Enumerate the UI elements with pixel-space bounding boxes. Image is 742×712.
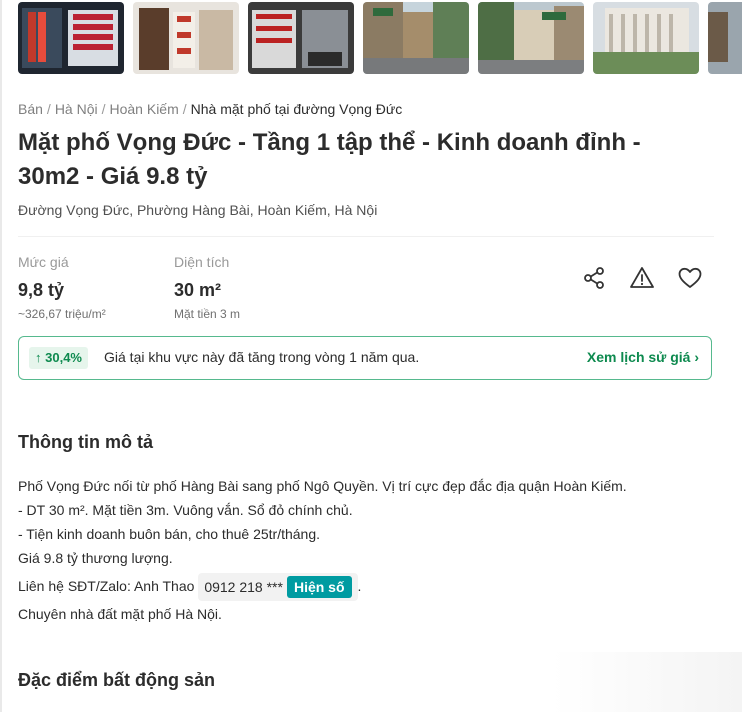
heart-icon: [678, 267, 702, 288]
description-line: Phố Vọng Đức nối từ phố Hàng Bài sang ph…: [18, 478, 627, 494]
area-metric: Diện tích 30 m² Mặt tiền 3 m: [174, 254, 240, 321]
area-label: Diện tích: [174, 254, 230, 270]
gallery-thumbnail[interactable]: [133, 2, 239, 74]
trend-badge: ↑ 30,4%: [29, 347, 88, 369]
phone-masked: 0912 218 ***: [204, 579, 283, 596]
description-body: Phố Vọng Đức nối từ phố Hàng Bài sang ph…: [18, 474, 718, 626]
frontage-value: Mặt tiền 3 m: [174, 307, 241, 321]
price-trend-banner: ↑ 30,4% Giá tại khu vực này đã tăng tron…: [18, 336, 712, 380]
chevron-right-icon: ›: [694, 349, 699, 365]
phone-box: 0912 218 *** Hiện số: [198, 573, 358, 602]
gallery-thumbnail[interactable]: [248, 2, 354, 74]
price-value: 9,8 tỷ: [18, 280, 65, 300]
breadcrumb-item-ha-noi[interactable]: Hà Nội: [55, 101, 98, 117]
area-value: 30 m²: [174, 280, 222, 300]
breadcrumb-item-ban[interactable]: Bán: [18, 101, 43, 117]
listing-address: Đường Vọng Đức, Phường Hàng Bài, Hoàn Ki…: [18, 202, 378, 218]
description-line: Giá 9.8 tỷ thương lượng.: [18, 550, 173, 566]
photo-gallery[interactable]: [18, 2, 742, 76]
price-history-link[interactable]: Xem lịch sử giá ›: [587, 349, 699, 365]
breadcrumb-separator: /: [101, 101, 106, 117]
trend-percent: 30,4%: [45, 350, 82, 365]
features-heading: Đặc điểm bất động sản: [18, 670, 216, 690]
share-button[interactable]: [580, 264, 608, 292]
gallery-thumbnail[interactable]: [363, 2, 469, 74]
save-button[interactable]: [676, 264, 704, 292]
breadcrumb-separator: /: [46, 101, 51, 117]
price-per-m2: ~326,67 triệu/m²: [18, 307, 106, 321]
description-heading: Thông tin mô tả: [18, 432, 153, 452]
report-button[interactable]: [628, 264, 656, 292]
description-line: - DT 30 m². Mặt tiền 3m. Vuông vắn. Sổ đ…: [18, 502, 353, 518]
gallery-thumbnail[interactable]: [478, 2, 584, 74]
page-edge: [0, 0, 2, 712]
description-line: Chuyên nhà đất mặt phố Hà Nội.: [18, 606, 222, 622]
price-metric: Mức giá 9,8 tỷ ~326,67 triệu/m²: [18, 254, 106, 321]
price-label: Mức giá: [18, 254, 69, 270]
description-line: - Tiện kinh doanh buôn bán, cho thuê 25t…: [18, 526, 321, 542]
arrow-up-icon: ↑: [35, 350, 42, 365]
reveal-phone-button[interactable]: Hiện số: [286, 576, 352, 599]
contact-label: Liên hệ SĐT/Zalo: Anh Thao: [18, 578, 195, 594]
decorative-fade: [552, 652, 742, 712]
breadcrumb-item-hoan-kiem[interactable]: Hoàn Kiếm: [110, 101, 179, 117]
divider: [18, 236, 714, 237]
gallery-thumbnail[interactable]: [708, 2, 742, 74]
breadcrumb-item-current: Nhà mặt phố tại đường Vọng Đức: [190, 101, 403, 117]
breadcrumb: Bán / Hà Nội / Hoàn Kiếm / Nhà mặt phố tại đườ…: [18, 101, 402, 117]
share-icon: [584, 267, 604, 289]
breadcrumb-separator: /: [182, 101, 187, 117]
contact-line: Liên hệ SĐT/Zalo: Anh Thao 0912 218 *** H…: [18, 570, 718, 602]
price-history-label: Xem lịch sử giá: [586, 349, 691, 365]
gallery-thumbnail[interactable]: [18, 2, 124, 74]
listing-title: Mặt phố Vọng Đức - Tầng 1 tập thể - Kinh…: [18, 129, 641, 190]
trend-text: Giá tại khu vực này đã tăng trong vòng 1…: [104, 349, 420, 365]
gallery-thumbnail[interactable]: [593, 2, 699, 74]
warning-icon: [630, 267, 654, 288]
contact-suffix: .: [357, 578, 362, 594]
